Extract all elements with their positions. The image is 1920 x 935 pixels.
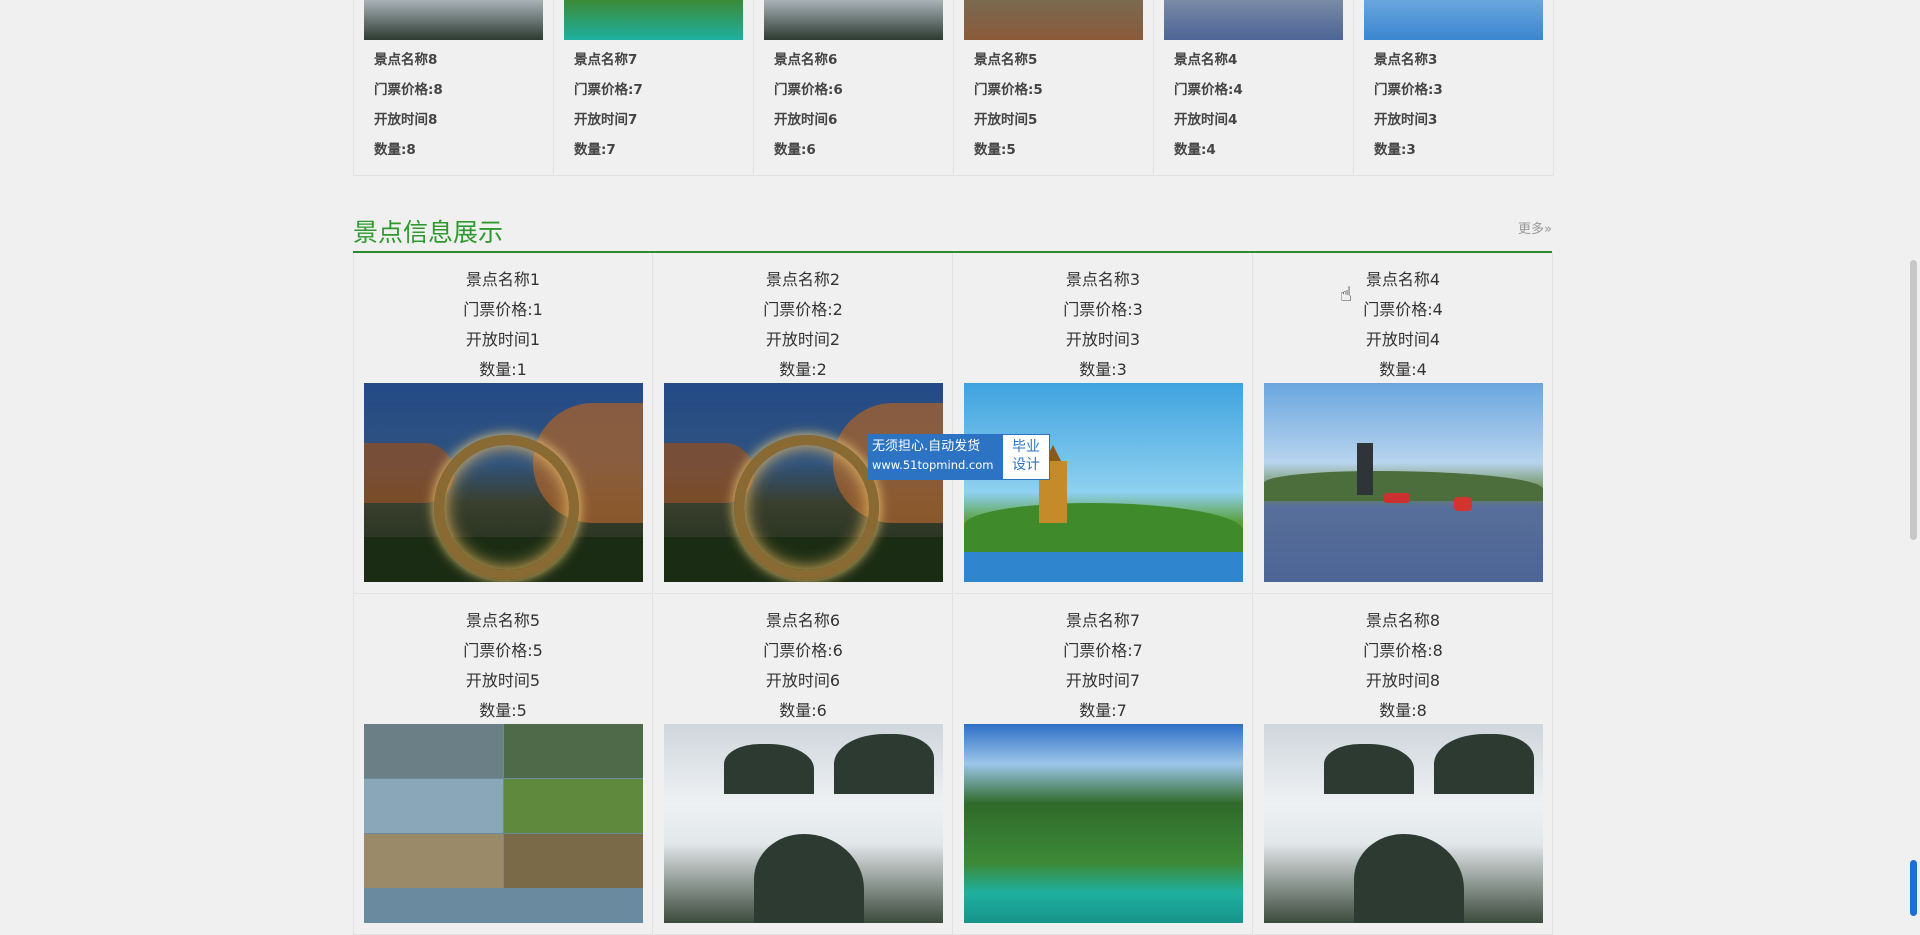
scrollbar-thumb[interactable] <box>1910 260 1917 540</box>
quantity: 数量:2 <box>779 360 827 379</box>
open-hours: 开放时间6 <box>774 112 838 128</box>
section-title: 景点信息展示 <box>353 218 504 247</box>
ticket-price: 门票价格:4 <box>1174 82 1243 98</box>
top-item[interactable]: 景点名称7 门票价格:7 开放时间7 数量:7 <box>554 0 754 175</box>
attraction-name: 景点名称5 <box>465 611 541 630</box>
ticket-price: 门票价格:3 <box>1063 300 1143 319</box>
open-hours: 开放时间3 <box>1065 330 1141 349</box>
top-item[interactable]: 景点名称5 门票价格:5 开放时间5 数量:5 <box>954 0 1154 175</box>
open-hours: 开放时间7 <box>574 112 638 128</box>
ticket-price: 门票价格:6 <box>763 641 843 660</box>
attraction-image[interactable] <box>1264 383 1543 582</box>
watermark-url: www.51topmind.com <box>872 458 994 472</box>
open-hours: 开放时间4 <box>1365 330 1441 349</box>
quantity: 数量:6 <box>779 701 827 720</box>
scrollbar-bottom-indicator[interactable] <box>1910 860 1917 916</box>
ticket-price: 门票价格:7 <box>574 82 643 98</box>
open-hours: 开放时间4 <box>1174 112 1238 128</box>
quantity: 数量:7 <box>1079 701 1127 720</box>
quantity: 数量:6 <box>774 142 816 158</box>
attraction-thumb[interactable] <box>364 0 543 40</box>
watermark-line1: 无须担心.自动发货 <box>872 439 981 454</box>
quantity: 数量:3 <box>1374 142 1416 158</box>
attraction-image[interactable] <box>1264 724 1543 923</box>
attraction-thumb[interactable] <box>764 0 943 40</box>
attraction-grid: 景点名称1 门票价格:1 开放时间1 数量:1 景点名称2 门票价格:2 开放时… <box>353 253 1553 935</box>
quantity: 数量:1 <box>479 360 527 379</box>
attraction-card[interactable]: 景点名称4 门票价格:4 开放时间4 数量:4 <box>1254 253 1553 594</box>
watermark-right-1: 毕业 <box>1012 439 1040 455</box>
top-item[interactable]: 景点名称3 门票价格:3 开放时间3 数量:3 <box>1354 0 1553 175</box>
quantity: 数量:8 <box>1379 701 1427 720</box>
attraction-thumb[interactable] <box>1364 0 1543 40</box>
quantity: 数量:4 <box>1174 142 1216 158</box>
ticket-price: 门票价格:8 <box>374 82 443 98</box>
attraction-name: 景点名称7 <box>1065 611 1141 630</box>
ticket-price: 门票价格:2 <box>763 300 843 319</box>
attraction-image[interactable] <box>664 724 943 923</box>
attraction-card[interactable]: 景点名称1 门票价格:1 开放时间1 数量:1 <box>354 253 653 594</box>
attraction-name: 景点名称3 <box>1065 270 1141 289</box>
open-hours: 开放时间2 <box>765 330 841 349</box>
ticket-price: 门票价格:8 <box>1363 641 1443 660</box>
attraction-card[interactable]: 景点名称3 门票价格:3 开放时间3 数量:3 <box>954 253 1253 594</box>
attraction-name: 景点名称7 <box>574 52 638 68</box>
quantity: 数量:8 <box>374 142 416 158</box>
attraction-name: 景点名称2 <box>765 270 841 289</box>
quantity: 数量:4 <box>1379 360 1427 379</box>
attraction-image[interactable] <box>964 724 1243 923</box>
attraction-card[interactable]: 景点名称8 门票价格:8 开放时间8 数量:8 <box>1254 594 1553 935</box>
more-link[interactable]: 更多» <box>1518 218 1552 237</box>
attraction-name: 景点名称4 <box>1365 270 1441 289</box>
watermark-badge[interactable]: 无须担心.自动发货 www.51topmind.com 毕业 设计 <box>868 434 1052 480</box>
ticket-price: 门票价格:3 <box>1374 82 1443 98</box>
attraction-name: 景点名称5 <box>974 52 1038 68</box>
open-hours: 开放时间8 <box>1365 671 1441 690</box>
attraction-card[interactable]: 景点名称2 门票价格:2 开放时间2 数量:2 <box>654 253 953 594</box>
section-header: 景点信息展示 更多» <box>353 205 1552 253</box>
quantity: 数量:7 <box>574 142 616 158</box>
open-hours: 开放时间8 <box>374 112 438 128</box>
open-hours: 开放时间5 <box>465 671 541 690</box>
quantity: 数量:3 <box>1079 360 1127 379</box>
attraction-image[interactable] <box>964 383 1243 582</box>
top-attraction-row: 景点名称8 门票价格:8 开放时间8 数量:8 景点名称7 门票价格:7 开放时… <box>353 0 1554 176</box>
quantity: 数量:5 <box>479 701 527 720</box>
watermark-right-2: 设计 <box>1012 457 1040 473</box>
attraction-thumb[interactable] <box>1164 0 1343 40</box>
open-hours: 开放时间7 <box>1065 671 1141 690</box>
attraction-name: 景点名称8 <box>374 52 438 68</box>
attraction-name: 景点名称8 <box>1365 611 1441 630</box>
attraction-card[interactable]: 景点名称6 门票价格:6 开放时间6 数量:6 <box>654 594 953 935</box>
attraction-name: 景点名称1 <box>465 270 541 289</box>
attraction-name: 景点名称6 <box>765 611 841 630</box>
open-hours: 开放时间6 <box>765 671 841 690</box>
attraction-name: 景点名称3 <box>1374 52 1438 68</box>
open-hours: 开放时间1 <box>465 330 541 349</box>
attraction-thumb[interactable] <box>964 0 1143 40</box>
open-hours: 开放时间5 <box>974 112 1038 128</box>
ticket-price: 门票价格:5 <box>974 82 1043 98</box>
ticket-price: 门票价格:1 <box>463 300 543 319</box>
top-item[interactable]: 景点名称4 门票价格:4 开放时间4 数量:4 <box>1154 0 1354 175</box>
attraction-image[interactable] <box>364 724 643 923</box>
attraction-image[interactable] <box>364 383 643 582</box>
ticket-price: 门票价格:5 <box>463 641 543 660</box>
attraction-name: 景点名称6 <box>774 52 838 68</box>
top-item[interactable]: 景点名称8 门票价格:8 开放时间8 数量:8 <box>354 0 554 175</box>
ticket-price: 门票价格:4 <box>1363 300 1443 319</box>
attraction-thumb[interactable] <box>564 0 743 40</box>
quantity: 数量:5 <box>974 142 1016 158</box>
scrollbar[interactable] <box>1906 0 1920 916</box>
attraction-card[interactable]: 景点名称5 门票价格:5 开放时间5 数量:5 <box>354 594 653 935</box>
ticket-price: 门票价格:6 <box>774 82 843 98</box>
attraction-name: 景点名称4 <box>1174 52 1238 68</box>
attraction-card[interactable]: 景点名称7 门票价格:7 开放时间7 数量:7 <box>954 594 1253 935</box>
open-hours: 开放时间3 <box>1374 112 1438 128</box>
hand-cursor-icon: ☝ <box>1340 282 1353 306</box>
ticket-price: 门票价格:7 <box>1063 641 1143 660</box>
attraction-image[interactable] <box>664 383 943 582</box>
top-item[interactable]: 景点名称6 门票价格:6 开放时间6 数量:6 <box>754 0 954 175</box>
